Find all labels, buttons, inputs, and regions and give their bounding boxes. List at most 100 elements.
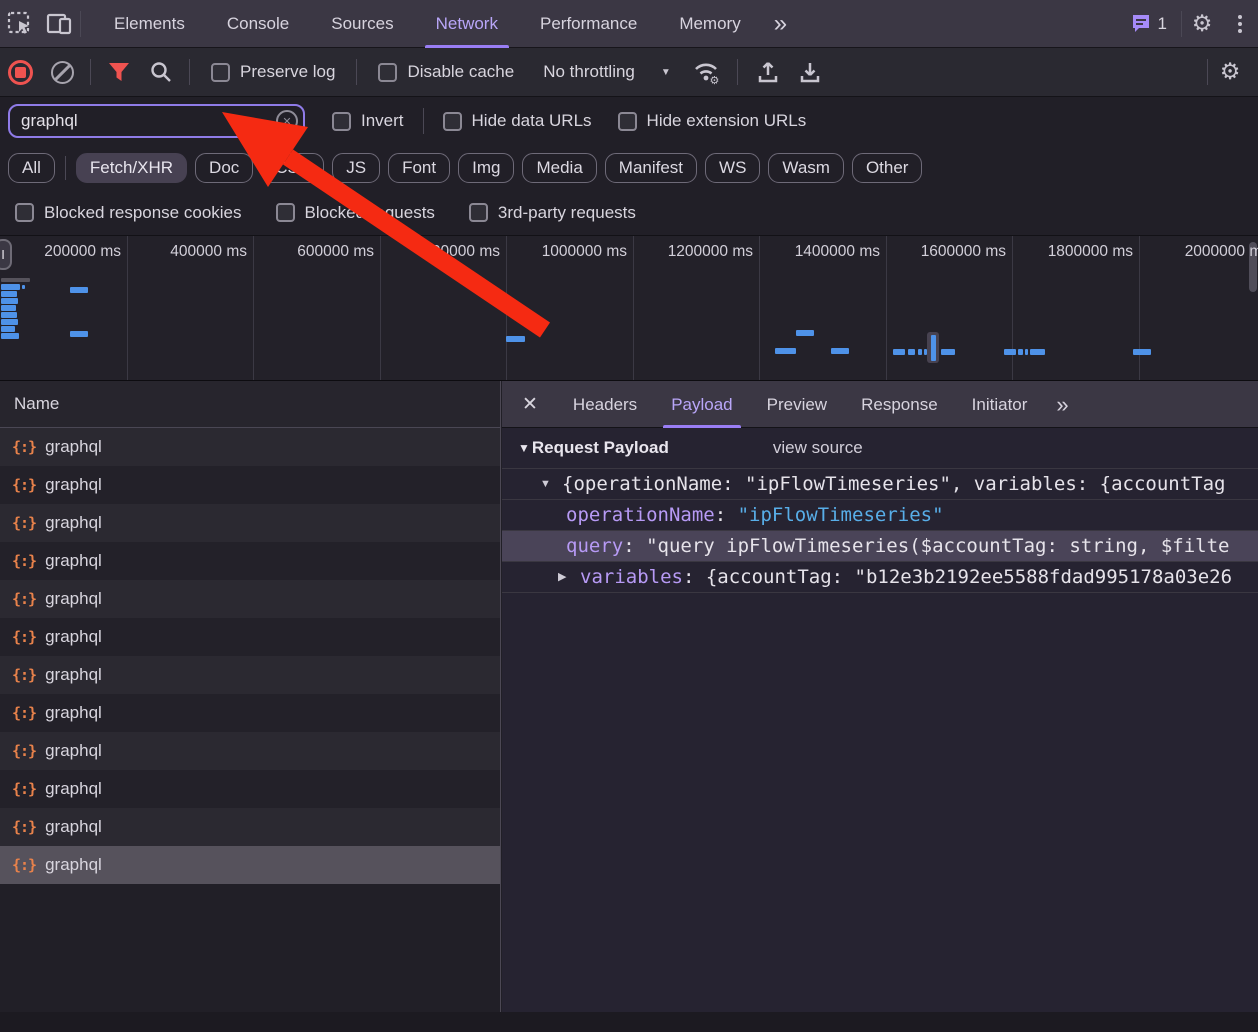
request-row[interactable]: {:}graphql bbox=[0, 504, 500, 542]
filter-input-value: graphql bbox=[10, 111, 78, 131]
blocked-requests-checkbox[interactable]: Blocked requests bbox=[263, 203, 448, 223]
blocked-response-cookies-checkbox[interactable]: Blocked response cookies bbox=[2, 203, 255, 223]
kebab-menu-icon[interactable] bbox=[1222, 15, 1258, 33]
3rd-party-requests-checkbox[interactable]: 3rd-party requests bbox=[456, 203, 649, 223]
clear-filter-icon[interactable]: ✕ bbox=[276, 110, 298, 132]
tab-memory[interactable]: Memory bbox=[658, 0, 761, 48]
timeline-gridline bbox=[633, 236, 634, 380]
checkbox[interactable] bbox=[276, 203, 295, 222]
request-row[interactable]: {:}graphql bbox=[0, 846, 500, 884]
tab-network[interactable]: Network bbox=[415, 0, 519, 48]
detail-tab-preview[interactable]: Preview bbox=[750, 381, 844, 428]
devtools-tab-bar: ElementsConsoleSourcesNetworkPerformance… bbox=[0, 0, 1258, 48]
record-network-log-button[interactable] bbox=[0, 48, 40, 96]
payload-root-row[interactable]: ▼ {operationName: "ipFlowTimeseries", va… bbox=[502, 469, 1258, 500]
detail-tab-headers[interactable]: Headers bbox=[556, 381, 654, 428]
divider bbox=[737, 59, 738, 85]
hide-data-urls-checkbox[interactable]: Hide data URLs bbox=[430, 111, 605, 131]
request-row[interactable]: {:}graphql bbox=[0, 808, 500, 846]
request-row[interactable]: {:}graphql bbox=[0, 428, 500, 466]
view-source-link[interactable]: view source bbox=[773, 438, 863, 458]
type-filter-manifest[interactable]: Manifest bbox=[605, 153, 697, 183]
expander-icon[interactable]: ▶ bbox=[558, 562, 566, 593]
type-filter-img[interactable]: Img bbox=[458, 153, 514, 183]
tab-performance[interactable]: Performance bbox=[519, 0, 658, 48]
detail-tab-response[interactable]: Response bbox=[844, 381, 955, 428]
checkbox[interactable] bbox=[15, 203, 34, 222]
network-settings-gear-icon[interactable]: ⚙ bbox=[1210, 48, 1250, 96]
type-filter-other[interactable]: Other bbox=[852, 153, 923, 183]
more-detail-tabs-icon[interactable]: » bbox=[1044, 381, 1080, 428]
payload-row-query[interactable]: query: "query ipFlowTimeseries($accountT… bbox=[502, 531, 1258, 562]
import-har-icon[interactable] bbox=[748, 48, 788, 96]
waterfall-bar bbox=[1018, 349, 1023, 355]
timeline-tick-label: 1600000 ms bbox=[921, 243, 1006, 261]
filter-funnel-icon[interactable] bbox=[99, 48, 139, 96]
fetch-xhr-icon: {:} bbox=[12, 590, 36, 608]
type-filter-all[interactable]: All bbox=[8, 153, 55, 183]
request-name: graphql bbox=[45, 703, 102, 723]
type-filter-wasm[interactable]: Wasm bbox=[768, 153, 844, 183]
filter-input[interactable]: graphql ✕ bbox=[8, 104, 305, 138]
detail-tab-payload[interactable]: Payload bbox=[654, 381, 749, 428]
type-filter-media[interactable]: Media bbox=[522, 153, 596, 183]
type-filter-fetch-xhr[interactable]: Fetch/XHR bbox=[76, 153, 187, 183]
checkbox[interactable] bbox=[443, 112, 462, 131]
device-toolbar-icon[interactable] bbox=[40, 0, 80, 48]
request-row[interactable]: {:}graphql bbox=[0, 770, 500, 808]
expander-icon[interactable]: ▼ bbox=[540, 469, 551, 500]
invert-checkbox[interactable]: Invert bbox=[319, 111, 417, 131]
request-row[interactable]: {:}graphql bbox=[0, 656, 500, 694]
tab-console[interactable]: Console bbox=[206, 0, 310, 48]
checkbox[interactable] bbox=[618, 112, 637, 131]
preserve-log-checkbox[interactable]: Preserve log bbox=[198, 62, 348, 82]
checkbox[interactable] bbox=[469, 203, 488, 222]
waterfall-bar bbox=[1, 319, 18, 325]
settings-gear-icon[interactable]: ⚙ bbox=[1182, 0, 1222, 48]
request-name: graphql bbox=[45, 551, 102, 571]
detail-tab-initiator[interactable]: Initiator bbox=[955, 381, 1045, 428]
checkbox[interactable] bbox=[378, 63, 397, 82]
request-row[interactable]: {:}graphql bbox=[0, 466, 500, 504]
waterfall-bar bbox=[1, 333, 19, 339]
type-filter-font[interactable]: Font bbox=[388, 153, 450, 183]
request-row[interactable]: {:} graphql bbox=[0, 580, 500, 618]
inspect-element-icon[interactable] bbox=[0, 0, 40, 48]
payload-row-variables[interactable]: ▶ variables: {accountTag: "b12e3b2192ee5… bbox=[502, 562, 1258, 593]
waterfall-bar bbox=[1, 326, 15, 332]
search-icon[interactable] bbox=[141, 48, 181, 96]
type-filter-css[interactable]: CSS bbox=[261, 153, 324, 183]
more-tabs-icon[interactable]: » bbox=[762, 0, 799, 48]
tab-sources[interactable]: Sources bbox=[310, 0, 414, 48]
checkbox[interactable] bbox=[332, 112, 351, 131]
clear-network-log-icon[interactable] bbox=[42, 48, 82, 96]
request-row[interactable]: {:}graphql bbox=[0, 618, 500, 656]
request-row[interactable]: {:}graphql bbox=[0, 694, 500, 732]
waterfall-bar bbox=[1133, 349, 1151, 355]
disable-cache-checkbox[interactable]: Disable cache bbox=[365, 62, 527, 82]
network-conditions-icon[interactable]: ⚙ bbox=[687, 48, 727, 96]
network-overview-timeline[interactable]: I 200000 ms400000 ms600000 ms800000 ms10… bbox=[0, 235, 1258, 381]
request-name: graphql bbox=[45, 589, 102, 609]
checkbox[interactable] bbox=[211, 63, 230, 82]
export-har-icon[interactable] bbox=[790, 48, 830, 96]
name-column-header[interactable]: Name bbox=[0, 381, 500, 428]
request-row[interactable]: {:}graphql bbox=[0, 732, 500, 770]
detail-tab-bar: ✕ HeadersPayloadPreviewResponseInitiator… bbox=[502, 381, 1258, 428]
throttling-dropdown[interactable]: No throttling ▼ bbox=[529, 62, 685, 82]
tab-elements[interactable]: Elements bbox=[93, 0, 206, 48]
type-filter-doc[interactable]: Doc bbox=[195, 153, 253, 183]
issues-count: 1 bbox=[1158, 14, 1167, 34]
hide-extension-urls-checkbox[interactable]: Hide extension URLs bbox=[605, 111, 820, 131]
payload-row-operation-name[interactable]: operationName: "ipFlowTimeseries" bbox=[502, 500, 1258, 531]
payload-key: variables bbox=[580, 566, 683, 588]
fetch-xhr-icon: {:} bbox=[12, 818, 36, 836]
timeline-tick-label: 1800000 ms bbox=[1048, 243, 1133, 261]
waterfall-bar bbox=[70, 331, 88, 337]
issues-counter[interactable]: 1 bbox=[1117, 14, 1181, 34]
close-icon[interactable]: ✕ bbox=[502, 393, 556, 416]
type-filter-ws[interactable]: WS bbox=[705, 153, 760, 183]
collapse-triangle-icon[interactable]: ▼ bbox=[518, 441, 530, 455]
type-filter-js[interactable]: JS bbox=[332, 153, 380, 183]
request-row[interactable]: {:}graphql bbox=[0, 542, 500, 580]
